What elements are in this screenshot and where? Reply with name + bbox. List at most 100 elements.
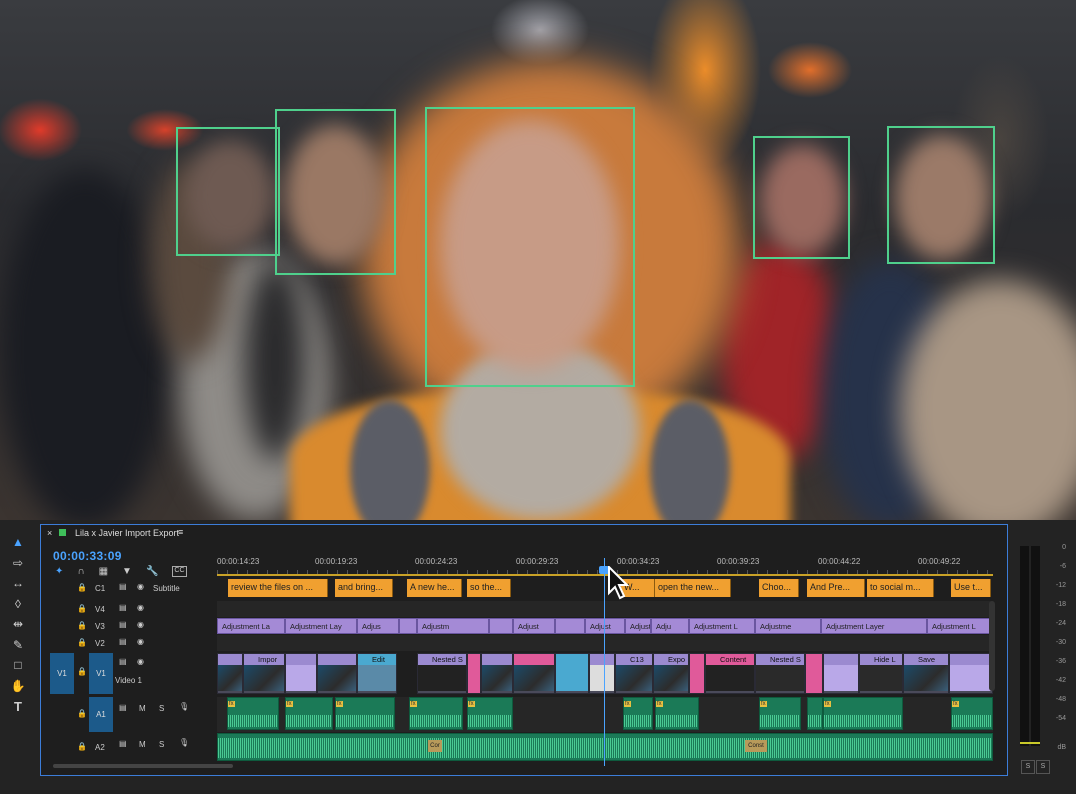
sync-icon[interactable]: ▤ [119,603,127,612]
face-detection-box[interactable] [887,126,995,264]
adjustment-layer-clip[interactable] [555,618,585,634]
track-header-v1[interactable]: V1 🔒 V1 ▤ ◉ Video 1 [41,653,217,694]
adjustment-layer-clip[interactable]: Adjustment Layer [821,618,927,634]
ripple-edit-tool-icon[interactable]: ↔ [6,573,30,593]
adjustment-layer-clip[interactable]: Adjustm [625,618,651,634]
video-clip[interactable]: Expo [653,653,689,694]
face-detection-box[interactable] [425,107,635,387]
video-clip[interactable] [481,653,513,694]
video-clip[interactable]: Nested S [755,653,805,694]
mute-button[interactable]: M [139,740,146,749]
solo-left-button[interactable]: S [1021,760,1035,774]
adjustment-layer-clip[interactable]: Adjustment L [927,618,993,634]
sync-icon[interactable]: ▤ [119,739,127,748]
subtitle-clip[interactable]: Choo... [759,579,799,597]
video-clip[interactable]: Content [705,653,755,694]
solo-button[interactable]: S [159,704,164,713]
face-detection-box[interactable] [176,127,280,256]
video-clip[interactable] [467,653,481,694]
linked-selection-icon[interactable]: ▦ [99,566,108,577]
video-clip[interactable]: Nested S [417,653,467,694]
work-area-bar[interactable] [217,574,993,576]
settings-wrench-icon[interactable]: 🔧 [146,566,158,577]
eye-icon[interactable]: ◉ [137,657,144,666]
captions-icon[interactable]: CC [172,566,187,577]
audio-clip[interactable]: fx [655,697,699,730]
video-clip[interactable] [555,653,589,694]
lock-icon[interactable]: 🔒 [77,583,87,592]
lock-icon[interactable]: 🔒 [77,604,87,613]
adjustment-layer-clip[interactable]: Adjustm [417,618,489,634]
track-header-c1[interactable]: 🔒 C1 ▤ ◉ Subtitle [41,579,217,597]
microphone-icon[interactable]: 🎙 [179,738,189,747]
sync-icon[interactable]: ▤ [119,703,127,712]
audio-clip[interactable]: fx [227,697,279,730]
video-clip[interactable] [589,653,615,694]
playhead-timecode[interactable]: 00:00:33:09 [53,549,122,563]
subtitle-clip[interactable]: so the... [467,579,511,597]
adjustment-layer-clip[interactable] [489,618,513,634]
sync-icon[interactable]: ▤ [119,637,127,646]
track-area-v4[interactable] [217,601,993,617]
microphone-icon[interactable]: 🎙 [179,702,189,711]
eye-icon[interactable]: ◉ [137,582,144,591]
lock-icon[interactable]: 🔒 [77,667,87,676]
adjustment-layer-clip[interactable]: Adjust [513,618,555,634]
track-header-v3[interactable]: 🔒 V3 ▤ ◉ [41,618,217,634]
video-clip[interactable] [949,653,993,694]
adjustment-layer-clip[interactable]: Adjus [357,618,399,634]
audio-clip[interactable]: fx [285,697,333,730]
menu-icon[interactable]: ≡ [178,527,183,537]
hand-tool-icon[interactable]: ✋ [6,676,30,696]
audio-clip[interactable]: fx [951,697,993,730]
lock-icon[interactable]: 🔒 [77,638,87,647]
video-clip[interactable]: Edit [357,653,397,694]
audio-clip[interactable]: fx [467,697,513,730]
crossfade-transition[interactable]: Const [745,740,767,752]
horizontal-scrollbar[interactable] [53,764,233,768]
solo-right-button[interactable]: S [1036,760,1050,774]
crossfade-transition[interactable]: Cor [428,740,442,752]
vertical-scrollbar[interactable] [989,601,995,691]
audio-clip[interactable]: fx [759,697,801,730]
sync-icon[interactable]: ▤ [119,582,127,591]
face-detection-box[interactable] [753,136,850,259]
subtitle-clip[interactable]: and bring... [335,579,393,597]
subtitle-clip[interactable]: open the new... [655,579,731,597]
video-clip[interactable] [285,653,317,694]
video-clip[interactable] [513,653,555,694]
mute-button[interactable]: M [139,704,146,713]
eye-icon[interactable]: ◉ [137,620,144,629]
subtitle-clip[interactable]: to social m... [867,579,934,597]
video-clip[interactable]: Save [903,653,949,694]
subtitle-clip[interactable]: A new he... [407,579,462,597]
track-header-v4[interactable]: 🔒 V4 ▤ ◉ [41,601,217,617]
adjustment-layer-clip[interactable]: Adjustment Lay [285,618,357,634]
nest-icon[interactable]: ✦ [55,566,63,577]
sync-icon[interactable]: ▤ [119,620,127,629]
video-clip[interactable] [805,653,823,694]
snap-icon[interactable]: ∩ [77,566,84,577]
face-detection-box[interactable] [275,109,396,275]
track-select-tool-icon[interactable]: ⇨ [6,553,30,573]
sync-icon[interactable]: ▤ [119,657,127,666]
video-clip[interactable] [689,653,705,694]
subtitle-clip[interactable]: Use t... [951,579,991,597]
audio-clip[interactable]: fx [409,697,463,730]
video-clip[interactable] [823,653,859,694]
adjustment-layer-clip[interactable]: Adjustment L [689,618,755,634]
track-header-v2[interactable]: 🔒 V2 ▤ ◉ [41,635,217,651]
adjustment-layer-clip[interactable]: Adjust [585,618,625,634]
video-clip[interactable]: Hide L [859,653,903,694]
video-clip[interactable]: C13 [615,653,653,694]
subtitle-clip[interactable]: And Pre... [807,579,865,597]
video-clip[interactable] [317,653,357,694]
video-clip[interactable]: Impor [243,653,285,694]
track-id[interactable]: V1 [89,653,113,694]
audio-clip[interactable]: fx [623,697,653,730]
close-icon[interactable]: × [47,528,52,538]
source-patch-v1[interactable]: V1 [50,653,74,694]
track-id[interactable]: A1 [89,697,113,732]
rectangle-tool-icon[interactable]: □ [6,655,30,675]
audio-clip[interactable] [807,697,823,730]
